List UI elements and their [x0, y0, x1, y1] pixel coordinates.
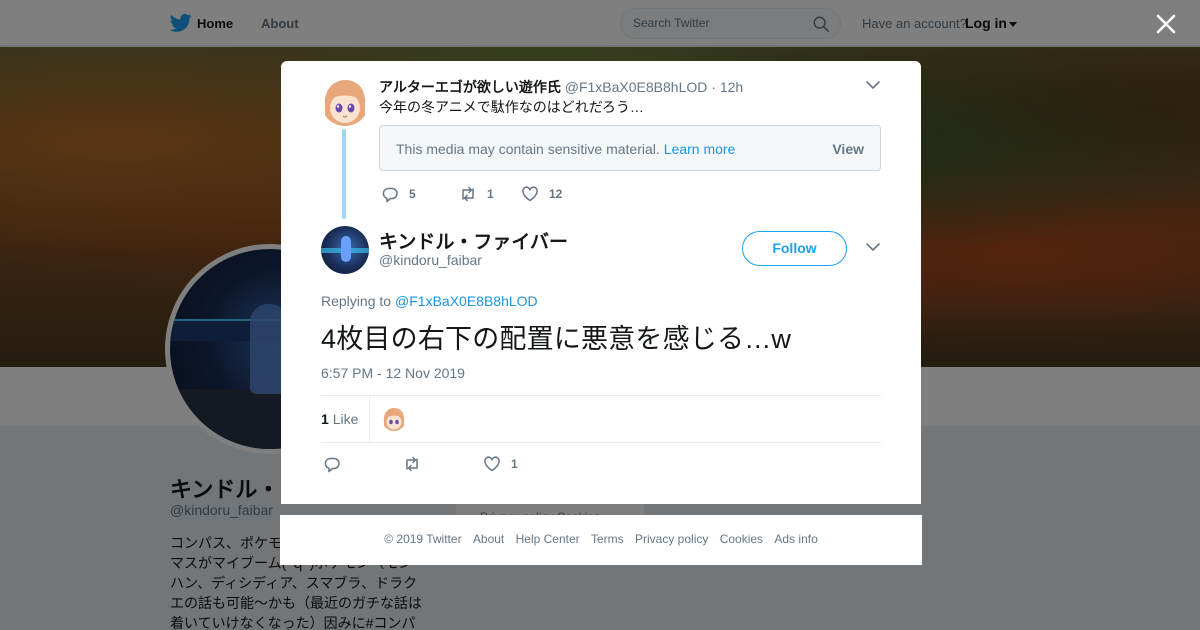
- follow-button[interactable]: Follow: [742, 231, 847, 266]
- stats-divider: [369, 396, 370, 442]
- main-tweet-handle[interactable]: @kindoru_faibar: [379, 252, 482, 268]
- avatar-figure-shape: [341, 236, 351, 262]
- footer-link-cookies[interactable]: Cookies: [720, 532, 763, 546]
- parent-tweet-time[interactable]: 12h: [720, 79, 743, 95]
- chevron-down-icon[interactable]: [865, 79, 881, 91]
- sensitive-media-notice: This media may contain sensitive materia…: [379, 125, 881, 171]
- replying-to-link[interactable]: @F1xBaX0E8B8hLOD: [395, 293, 538, 309]
- footer-copyright: © 2019 Twitter: [384, 532, 462, 546]
- parent-tweet-header: アルターエゴが欲しい遊作氏 @F1xBaX0E8B8hLOD · 12h: [379, 77, 743, 97]
- sensitive-message: This media may contain sensitive materia…: [396, 141, 735, 157]
- parent-tweet-name[interactable]: アルターエゴが欲しい遊作氏: [379, 79, 561, 95]
- reply-icon: [324, 457, 340, 473]
- heart-icon: [484, 456, 500, 472]
- separator-dot: ·: [711, 79, 716, 95]
- sensitive-text: This media may contain sensitive materia…: [396, 141, 660, 157]
- close-icon[interactable]: [1152, 10, 1180, 38]
- replying-to-label: Replying to: [321, 293, 392, 309]
- heart-icon: [522, 186, 538, 202]
- tweet-modal: アルターエゴが欲しい遊作氏 @F1xBaX0E8B8hLOD · 12h 今年の…: [281, 61, 921, 504]
- liker-avatar[interactable]: [382, 407, 406, 431]
- footer-link-help-center[interactable]: Help Center: [516, 532, 580, 546]
- footer-links: © 2019 Twitter About Help Center Terms P…: [280, 532, 922, 546]
- like-stat[interactable]: 1 Like: [321, 411, 358, 427]
- anime-avatar-image: [382, 407, 406, 431]
- footer-link-about[interactable]: About: [473, 532, 504, 546]
- retweet-count: 1: [487, 187, 494, 201]
- retweet-icon: [462, 186, 474, 202]
- anime-avatar-image: [321, 78, 369, 126]
- like-stat-label: Like: [332, 411, 359, 427]
- thread-connector-line: [342, 129, 346, 219]
- reply-icon: [382, 187, 398, 203]
- footer-link-terms[interactable]: Terms: [591, 532, 624, 546]
- main-tweet-timestamp[interactable]: 6:57 PM - 12 Nov 2019: [321, 365, 465, 381]
- learn-more-link[interactable]: Learn more: [664, 141, 736, 157]
- chevron-down-icon[interactable]: [865, 241, 881, 253]
- main-tweet-text: 4枚目の右下の配置に悪意を感じる…w: [321, 324, 792, 354]
- reply-count: 5: [409, 187, 416, 201]
- like-count: 1: [511, 457, 518, 471]
- view-media-button[interactable]: View: [832, 141, 864, 157]
- footer-link-ads-info[interactable]: Ads info: [774, 532, 817, 546]
- like-stat-count: 1: [321, 411, 329, 427]
- modal-footer: © 2019 Twitter About Help Center Terms P…: [280, 515, 922, 565]
- main-tweet-avatar[interactable]: [321, 226, 369, 274]
- replying-to: Replying to @F1xBaX0E8B8hLOD: [321, 293, 538, 309]
- parent-tweet-text: 今年の冬アニメで駄作なのはどれだろう…: [379, 99, 644, 115]
- tweet-stats: 1 Like: [321, 395, 881, 443]
- main-tweet-name[interactable]: キンドル・ファイバー: [379, 227, 568, 254]
- parent-tweet-avatar[interactable]: [321, 78, 369, 126]
- retweet-icon: [406, 456, 418, 472]
- like-count: 12: [549, 187, 563, 201]
- footer-link-privacy-policy[interactable]: Privacy policy: [635, 532, 708, 546]
- parent-tweet-handle[interactable]: @F1xBaX0E8B8hLOD: [565, 79, 708, 95]
